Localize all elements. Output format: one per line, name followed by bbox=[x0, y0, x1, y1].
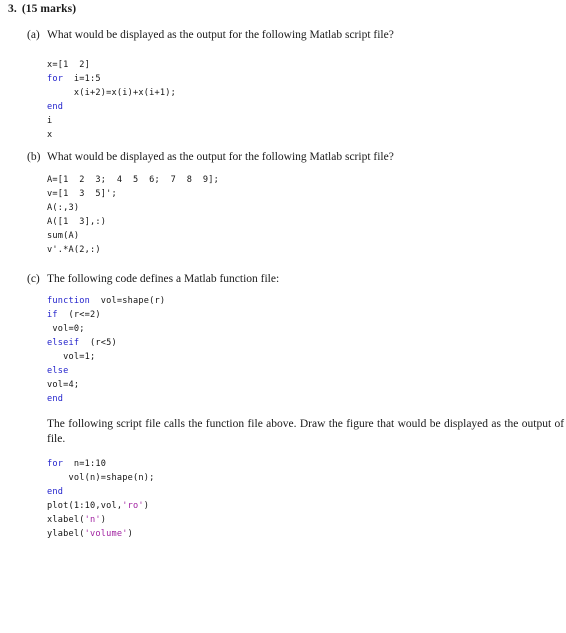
code-text: A([1 3],:) bbox=[47, 217, 107, 227]
part-c-prompt-row: (c) The following code defines a Matlab … bbox=[0, 272, 566, 286]
code-block-b: A=[1 2 3; 4 5 6; 7 8 9]; v=[1 3 5]'; A(:,3… bbox=[47, 173, 219, 257]
code-text: sum(A) bbox=[47, 231, 80, 241]
part-c-label: (c) bbox=[27, 273, 40, 285]
code-line: elseif (r<5) bbox=[47, 336, 165, 350]
part-b: (b) What would be displayed as the outpu… bbox=[0, 150, 566, 164]
code-line: x bbox=[47, 128, 176, 142]
code-keyword: end bbox=[47, 394, 64, 404]
code-line: plot(1:10,vol,'ro') bbox=[47, 499, 154, 513]
code-block-c-script: for n=1:10 vol(n)=shape(n); end plot(1:10,… bbox=[47, 457, 154, 541]
code-text: i bbox=[47, 116, 53, 126]
part-b-label: (b) bbox=[27, 151, 41, 163]
code-keyword: if bbox=[47, 310, 58, 320]
part-a: (a) What would be displayed as the outpu… bbox=[0, 28, 566, 42]
code-text: (r<5) bbox=[79, 338, 117, 348]
code-block-a: x=[1 2] for i=1:5 x(i+2)=x(i)+x(i+1); end i… bbox=[47, 58, 176, 142]
code-text: A(:,3) bbox=[47, 203, 80, 213]
exam-page: 3. (15 marks) (a) What would be displayed… bbox=[0, 0, 566, 633]
code-keyword: for bbox=[47, 459, 64, 469]
code-string: 'ro' bbox=[122, 501, 144, 511]
code-keyword: elseif bbox=[47, 338, 80, 348]
code-line: if (r<=2) bbox=[47, 308, 165, 322]
code-text: xlabel( bbox=[47, 515, 85, 525]
code-line: i bbox=[47, 114, 176, 128]
code-keyword: end bbox=[47, 487, 64, 497]
code-keyword: end bbox=[47, 102, 64, 112]
code-line: for i=1:5 bbox=[47, 72, 176, 86]
code-line: vol(n)=shape(n); bbox=[47, 471, 154, 485]
code-line: ylabel('volume') bbox=[47, 527, 154, 541]
code-text: ) bbox=[127, 529, 133, 539]
code-text: ) bbox=[100, 515, 107, 525]
code-text: vol=1; bbox=[47, 352, 96, 362]
code-text: ) bbox=[143, 501, 150, 511]
code-text: vol=4; bbox=[47, 380, 80, 390]
part-a-label: (a) bbox=[27, 29, 40, 41]
code-line: A=[1 2 3; 4 5 6; 7 8 9]; bbox=[47, 173, 219, 187]
code-line: x=[1 2] bbox=[47, 58, 176, 72]
code-keyword: function bbox=[47, 296, 90, 306]
code-block-c-function: function vol=shape(r) if (r<=2) vol=0; els… bbox=[47, 294, 165, 406]
part-c-prompt: The following code defines a Matlab func… bbox=[47, 273, 280, 285]
code-line: for n=1:10 bbox=[47, 457, 154, 471]
code-line: function vol=shape(r) bbox=[47, 294, 165, 308]
code-text: vol=0; bbox=[47, 324, 85, 334]
code-text: plot(1:10,vol, bbox=[47, 501, 123, 511]
code-text: (r<=2) bbox=[57, 310, 101, 320]
code-line: v'.*A(2,:) bbox=[47, 243, 219, 257]
code-line: x(i+2)=x(i)+x(i+1); bbox=[47, 86, 176, 100]
part-c-paragraph: The following script file calls the func… bbox=[47, 418, 566, 445]
question-marks: (15 marks) bbox=[21, 3, 77, 15]
code-text: v'.*A(2,:) bbox=[47, 245, 101, 255]
question-number: 3. bbox=[8, 3, 17, 15]
part-a-prompt: What would be displayed as the output fo… bbox=[47, 29, 394, 41]
code-text: n=1:10 bbox=[63, 459, 107, 469]
code-string: 'n' bbox=[84, 515, 101, 525]
code-line: else bbox=[47, 364, 165, 378]
code-string: 'volume' bbox=[84, 529, 128, 539]
code-keyword: for bbox=[47, 74, 64, 84]
code-text: x=[1 2] bbox=[47, 60, 90, 70]
code-text: vol(n)=shape(n); bbox=[47, 473, 155, 483]
part-b-prompt: What would be displayed as the output fo… bbox=[47, 151, 394, 163]
code-text: ylabel( bbox=[47, 529, 85, 539]
code-text: A=[1 2 3; 4 5 6; 7 8 9]; bbox=[47, 175, 219, 185]
code-line: vol=0; bbox=[47, 322, 165, 336]
code-line: xlabel('n') bbox=[47, 513, 154, 527]
code-text: x(i+2)=x(i)+x(i+1); bbox=[47, 88, 176, 98]
code-line: A(:,3) bbox=[47, 201, 219, 215]
question-heading: 3. (15 marks) bbox=[8, 3, 76, 15]
code-text: vol=shape(r) bbox=[90, 296, 166, 306]
code-text: x bbox=[47, 130, 53, 140]
code-line: end bbox=[47, 100, 176, 114]
code-line: sum(A) bbox=[47, 229, 219, 243]
part-b-prompt-row: (b) What would be displayed as the outpu… bbox=[0, 150, 566, 164]
code-text: i=1:5 bbox=[63, 74, 101, 84]
code-line: A([1 3],:) bbox=[47, 215, 219, 229]
code-line: vol=4; bbox=[47, 378, 165, 392]
part-a-prompt-row: (a) What would be displayed as the outpu… bbox=[0, 28, 566, 42]
code-line: vol=1; bbox=[47, 350, 165, 364]
code-line: end bbox=[47, 485, 154, 499]
code-line: end bbox=[47, 392, 165, 406]
code-text: v=[1 3 5]'; bbox=[47, 189, 117, 199]
code-keyword: else bbox=[47, 366, 69, 376]
code-line: v=[1 3 5]'; bbox=[47, 187, 219, 201]
part-c: (c) The following code defines a Matlab … bbox=[0, 272, 566, 286]
